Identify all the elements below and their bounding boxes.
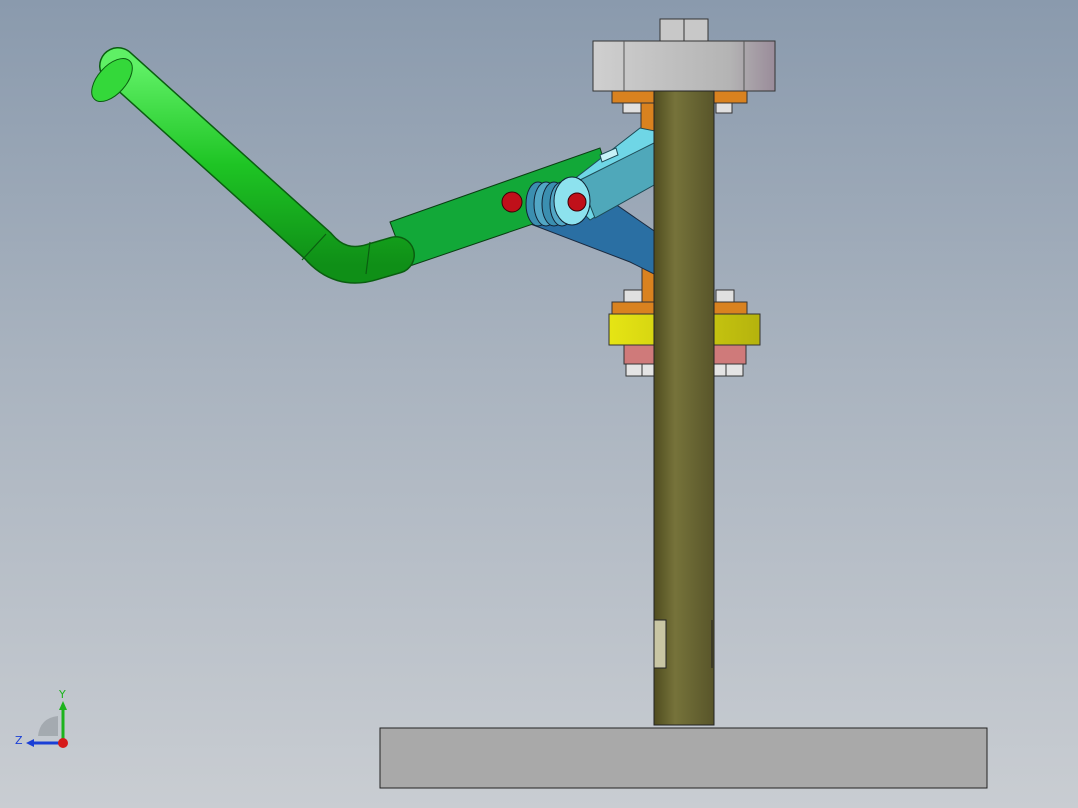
- model-scene[interactable]: [0, 0, 1078, 808]
- y-axis-label: Y: [58, 688, 66, 701]
- handle-grip[interactable]: [84, 47, 415, 284]
- cad-viewport[interactable]: Y Z: [0, 0, 1078, 808]
- z-axis-label: Z: [15, 734, 23, 747]
- pivot-pin[interactable]: [501, 191, 523, 213]
- top-block[interactable]: [592, 40, 776, 92]
- pivot-pin[interactable]: [567, 192, 587, 212]
- coordinate-triad: Y Z: [10, 686, 80, 756]
- plunger-rod[interactable]: [653, 90, 715, 726]
- base-plate[interactable]: [379, 727, 988, 789]
- x-axis-dot: [58, 738, 68, 748]
